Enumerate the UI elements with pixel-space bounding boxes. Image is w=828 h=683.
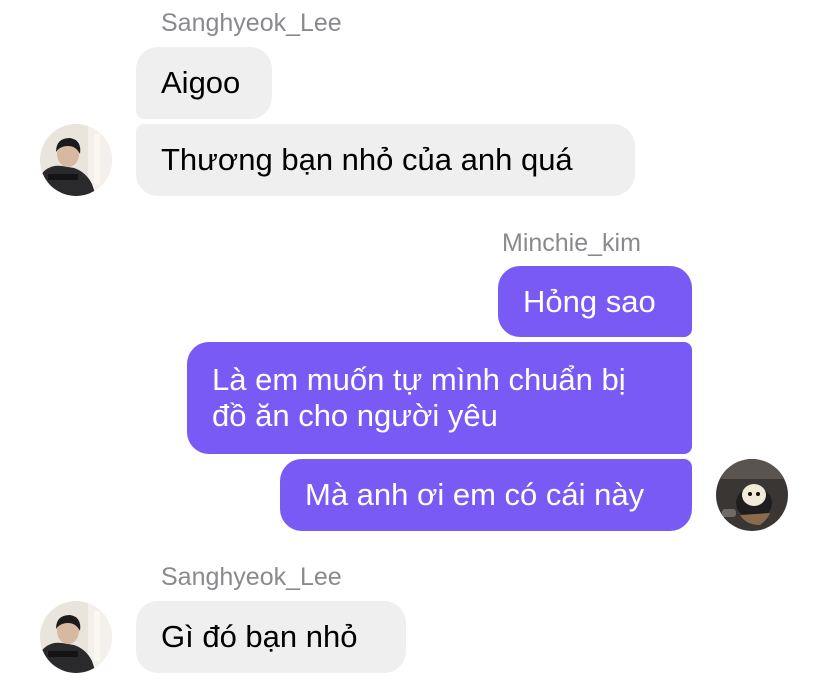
message-bubble[interactable]: Gì đó bạn nhỏ: [136, 601, 406, 673]
message-bubble[interactable]: Hỏng sao: [498, 266, 692, 337]
message-bubble[interactable]: Thương bạn nhỏ của anh quá: [136, 124, 635, 196]
message-text: Aigoo: [161, 65, 241, 100]
user-avatar-icon[interactable]: [40, 601, 112, 673]
message-text: Thương bạn nhỏ của anh quá: [161, 142, 573, 177]
user-avatar-icon[interactable]: [716, 459, 788, 531]
sender-name: Sanghyeok_Lee: [161, 9, 342, 37]
message-text: Là em muốn tự mình chuẩn bị đồ ăn cho ng…: [212, 362, 626, 433]
message-text: Mà anh ơi em có cái này: [305, 477, 645, 512]
message-text: Hỏng sao: [523, 283, 656, 319]
message-bubble[interactable]: Mà anh ơi em có cái này: [280, 459, 692, 531]
sender-name: Minchie_kim: [502, 229, 641, 257]
message-text: Gì đó bạn nhỏ: [161, 619, 358, 654]
message-bubble[interactable]: Aigoo: [136, 47, 272, 119]
user-avatar-icon[interactable]: [40, 124, 112, 196]
sender-name: Sanghyeok_Lee: [161, 563, 342, 591]
message-bubble[interactable]: Là em muốn tự mình chuẩn bị đồ ăn cho ng…: [187, 342, 692, 454]
